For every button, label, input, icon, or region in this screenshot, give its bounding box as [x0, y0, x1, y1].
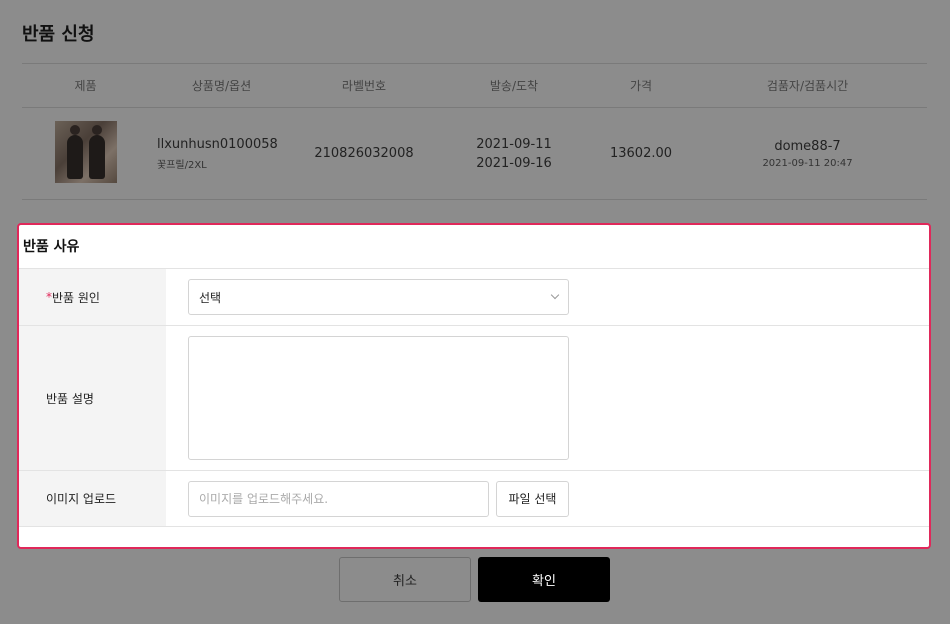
- header-label-no: 라벨번호: [341, 79, 387, 93]
- description-field: [166, 326, 929, 470]
- chevron-down-icon: [550, 290, 560, 300]
- cause-select[interactable]: 선택: [188, 279, 569, 315]
- header-price: 가격: [629, 79, 653, 93]
- header-inspector: 검품자/검품시간: [766, 79, 849, 93]
- return-reason-panel: 반품 사유 * 반품 원인 선택 반품 설명 이미지 업로드 이미지를 업로드해…: [17, 223, 931, 549]
- description-label: 반품 설명: [19, 326, 166, 470]
- header-ship-arrive: 발송/도착: [489, 79, 539, 93]
- cause-field: 선택: [166, 269, 929, 325]
- price: 13602.00: [609, 146, 673, 161]
- ship-arrive-cell: 2021-09-11 2021-09-16: [434, 137, 594, 171]
- label-number: 210826032008: [314, 146, 414, 161]
- description-row: 반품 설명: [19, 326, 929, 471]
- image-upload-input[interactable]: [188, 480, 489, 517]
- cause-label-text: 반품 원인: [52, 290, 100, 305]
- ship-date: 2021-09-11: [476, 136, 552, 152]
- file-select-button[interactable]: 파일 선택: [496, 480, 569, 517]
- table-header: 제품 상품명/옵션 라벨번호 발송/도착 가격 검품자/검품시간: [22, 64, 927, 108]
- inspector-cell: dome88-7 2021-09-11 20:47: [688, 139, 927, 169]
- table-row: llxunhusn0100058 꽃프릴/2XL 210826032008 20…: [22, 108, 927, 200]
- product-name: llxunhusn0100058: [157, 136, 278, 152]
- product-thumbnail: [54, 120, 117, 183]
- arrive-date: 2021-09-16: [476, 155, 552, 171]
- panel-title: 반품 사유: [19, 225, 929, 269]
- header-name-option: 상품명/옵션: [191, 79, 252, 93]
- product-thumbnail-cell: [22, 120, 149, 187]
- cancel-button[interactable]: 취소: [339, 557, 471, 602]
- product-name-cell: llxunhusn0100058 꽃프릴/2XL: [149, 137, 294, 171]
- cause-label: * 반품 원인: [19, 269, 166, 325]
- cause-select-value: 선택: [199, 290, 222, 305]
- image-upload-label: 이미지 업로드: [19, 471, 166, 526]
- product-option: 꽃프릴/2XL: [157, 159, 207, 171]
- confirm-button[interactable]: 확인: [478, 557, 610, 602]
- image-upload-row: 이미지 업로드 파일 선택: [19, 471, 929, 527]
- image-upload-field: 파일 선택: [166, 471, 929, 526]
- description-textarea[interactable]: [188, 336, 569, 460]
- inspect-time: 2021-09-11 20:47: [762, 157, 853, 169]
- header-product: 제품: [74, 79, 97, 93]
- product-table: 제품 상품명/옵션 라벨번호 발송/도착 가격 검품자/검품시간 llxunhu…: [22, 63, 927, 200]
- inspector: dome88-7: [774, 138, 841, 154]
- cause-row: * 반품 원인 선택: [19, 269, 929, 326]
- return-request-page: 반품 신청 제품 상품명/옵션 라벨번호 발송/도착 가격 검품자/검품시간 l…: [0, 0, 950, 624]
- page-title: 반품 신청: [22, 24, 95, 45]
